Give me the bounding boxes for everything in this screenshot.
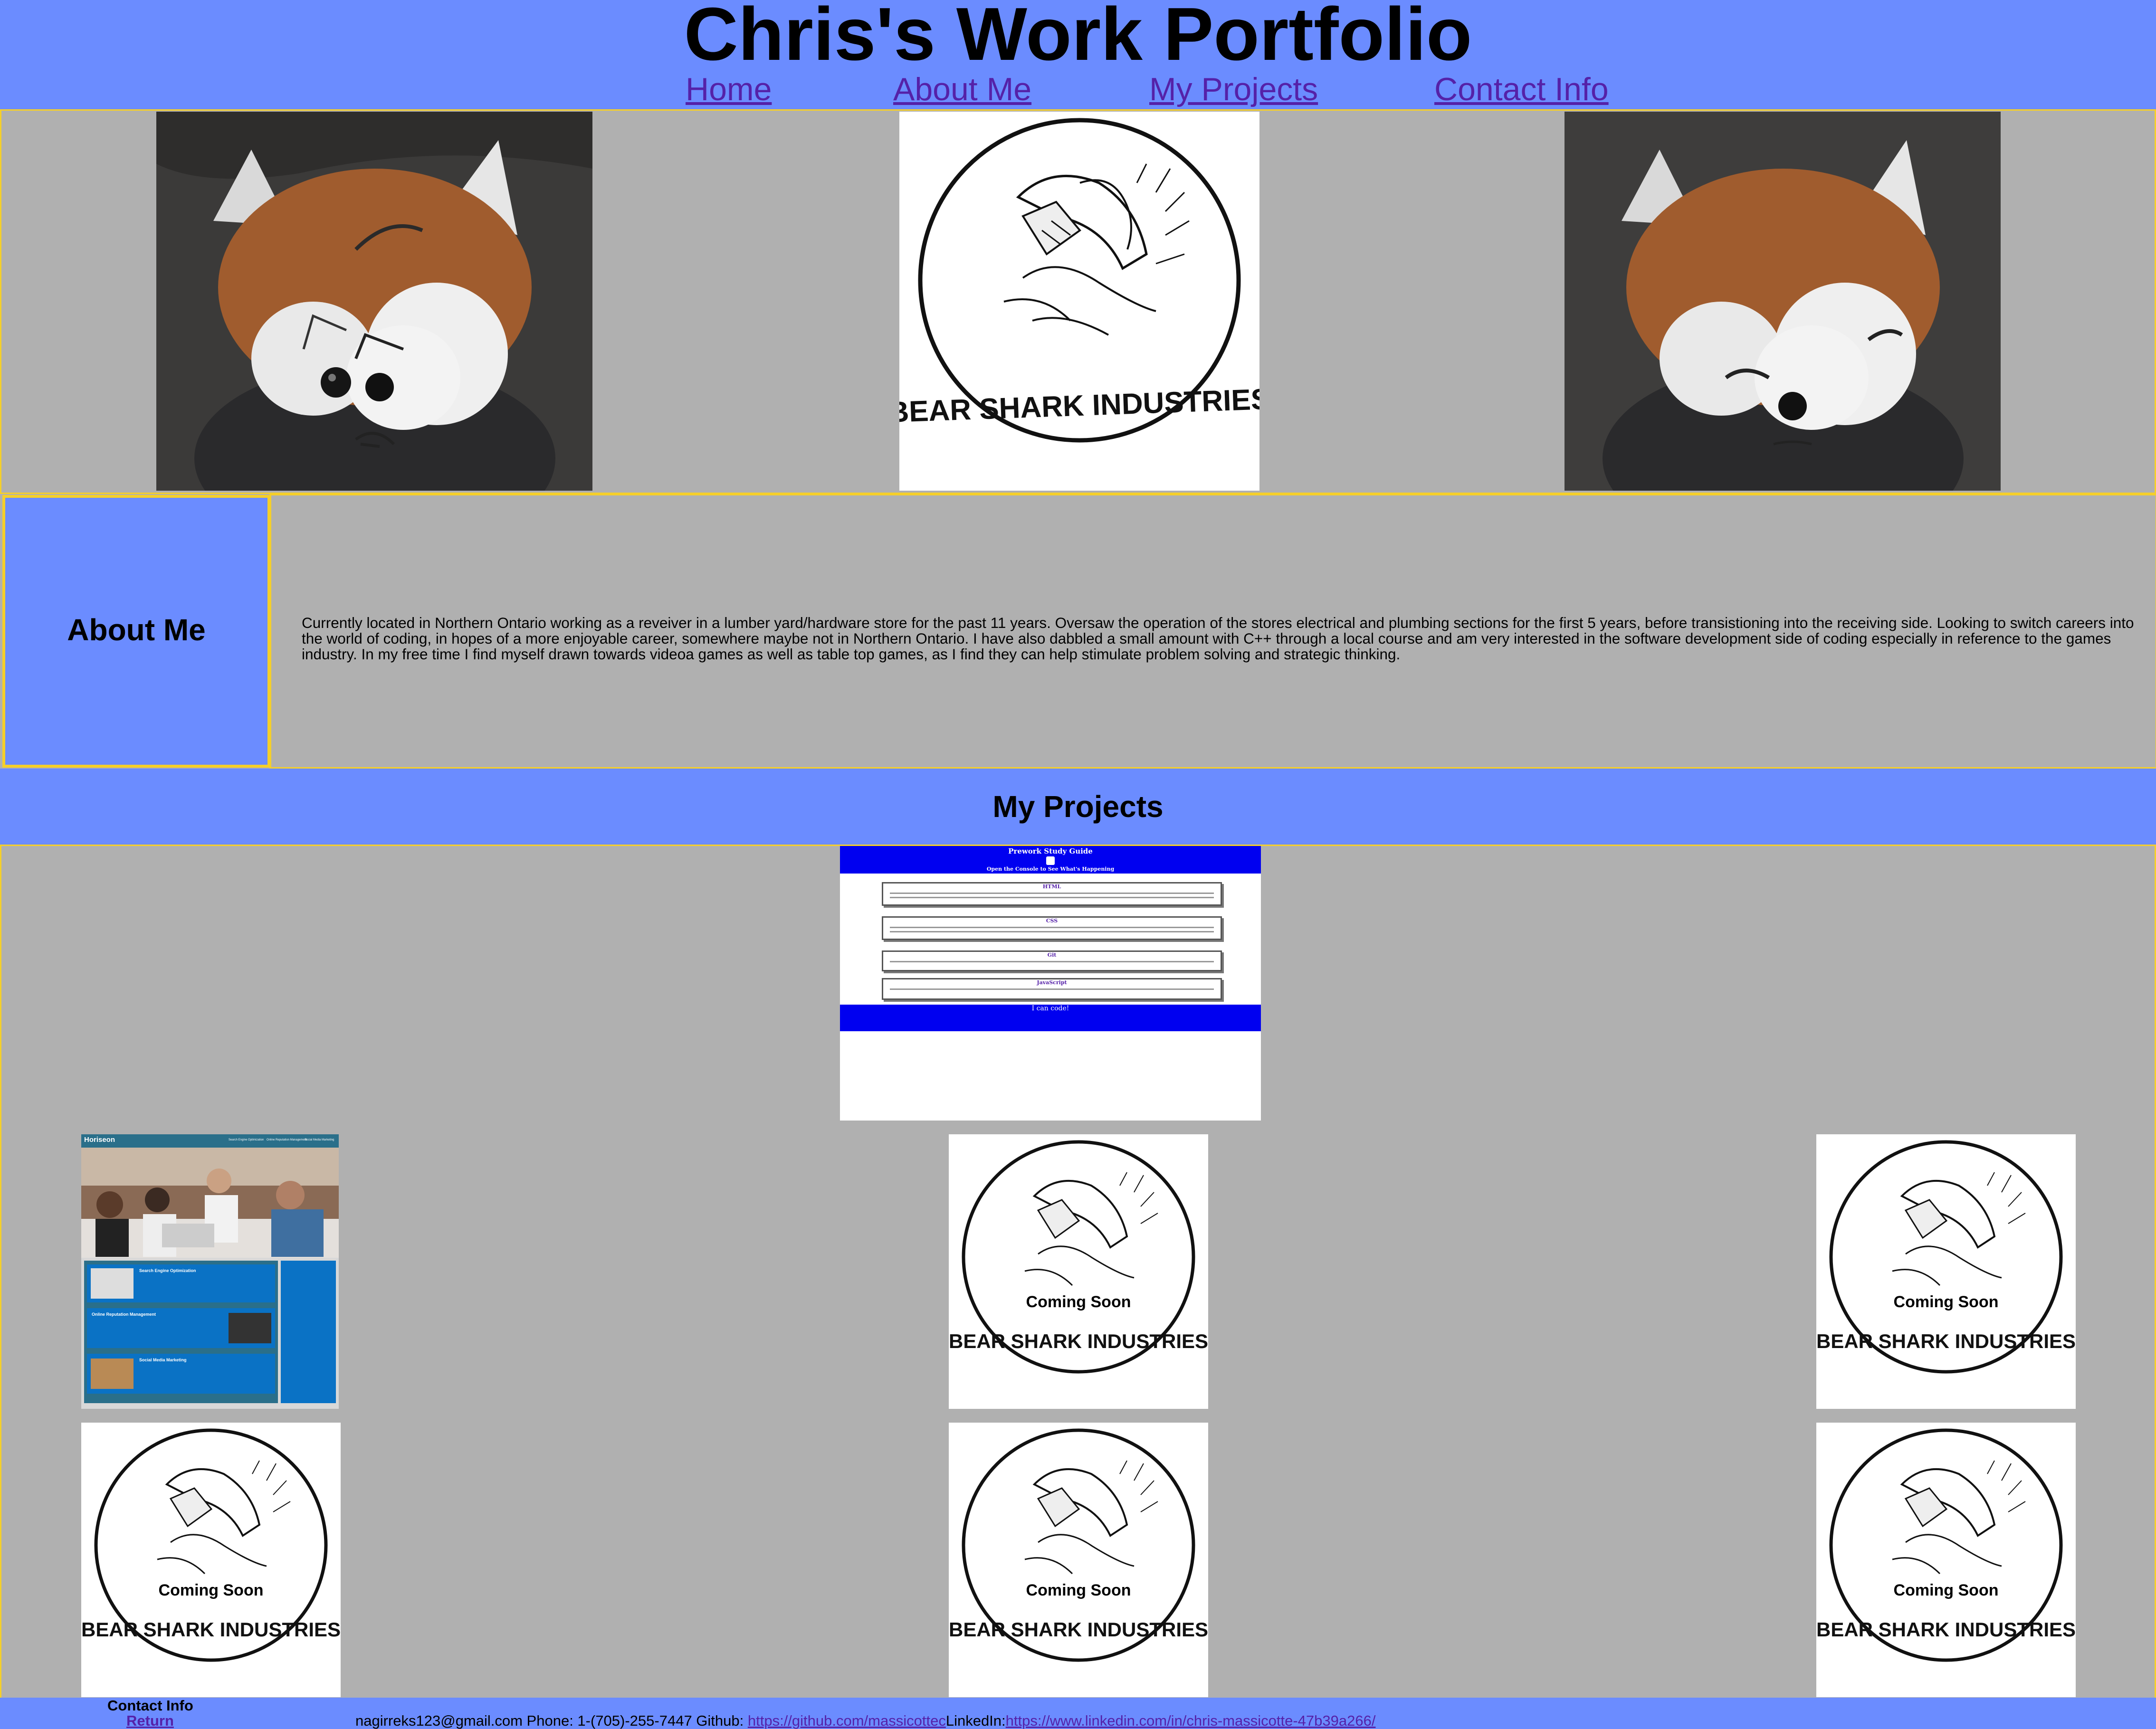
- red-panda-image-right: [1565, 112, 2001, 491]
- about-section: About Me Currently located in Northern O…: [0, 493, 2156, 769]
- horiseon-card-title: Social Media Marketing: [139, 1358, 187, 1362]
- coming-soon-label: Coming Soon: [1026, 1293, 1131, 1311]
- coming-soon-label: Coming Soon: [1026, 1581, 1131, 1599]
- study-guide-card: Git: [882, 950, 1222, 971]
- project-coming-soon[interactable]: BEAR SHARK INDUSTRIES Coming Soon: [949, 1423, 1208, 1697]
- horiseon-content: Search Engine Optimization Online Reputa…: [84, 1261, 278, 1403]
- horiseon-card: Online Reputation Management: [87, 1308, 275, 1348]
- footer-heading: Contact Info: [107, 1697, 193, 1714]
- projects-header: My Projects: [0, 769, 2156, 845]
- study-guide-footer: I can code!: [840, 1005, 1261, 1031]
- study-guide-card-title: HTML: [1042, 884, 1061, 890]
- project-coming-soon[interactable]: BEAR SHARK INDUSTRIES Coming Soon: [81, 1423, 341, 1697]
- study-guide-card: JavaScript: [882, 978, 1222, 1000]
- horiseon-card-title: Search Engine Optimization: [139, 1268, 196, 1273]
- return-link[interactable]: Return: [126, 1713, 174, 1729]
- nav-link-home[interactable]: Home: [686, 70, 772, 108]
- github-link[interactable]: https://github.com/massicottec: [748, 1712, 946, 1729]
- bear-shark-logo-image: BEAR SHARK INDUSTRIES: [1816, 1134, 2076, 1409]
- study-guide-card-title: Git: [1047, 952, 1057, 958]
- project-coming-soon[interactable]: BEAR SHARK INDUSTRIES Coming Soon: [1816, 1134, 2076, 1409]
- contact-line: nagirreks123@gmail.com Phone: 1-(705)-25…: [355, 1713, 1375, 1729]
- horiseon-header: Horiseon Search Engine Optimization Onli…: [81, 1134, 339, 1148]
- projects-heading: My Projects: [992, 789, 1164, 824]
- study-guide-card: CSS: [882, 916, 1222, 940]
- horiseon-card: Search Engine Optimization: [87, 1264, 275, 1302]
- site-footer: Contact Info Return nagirreks123@gmail.c…: [0, 1698, 2156, 1729]
- study-guide-title: Prework Study Guide: [1008, 847, 1093, 855]
- bear-shark-logo-text: BEAR SHARK INDUSTRIES: [81, 1618, 341, 1641]
- bear-shark-logo-image: BEAR SHARK INDUSTRIES: [1816, 1423, 2076, 1697]
- site-header: Chris's Work Portfolio Home About Me My …: [0, 0, 2156, 109]
- bear-shark-logo-text: BEAR SHARK INDUSTRIES: [949, 1330, 1208, 1352]
- about-text: Currently located in Northern Ontario wo…: [302, 614, 2134, 663]
- horiseon-card: Social Media Marketing: [87, 1354, 275, 1394]
- coming-soon-label: Coming Soon: [1893, 1581, 1999, 1599]
- horiseon-brand: Horiseon: [84, 1136, 115, 1144]
- coming-soon-label: Coming Soon: [1893, 1293, 1999, 1311]
- hero-banner: BEAR SHARK INDUSTRIES: [0, 109, 2156, 494]
- email-and-phone: nagirreks123@gmail.com Phone: 1-(705)-25…: [355, 1712, 748, 1729]
- github-icon: [1046, 856, 1055, 865]
- study-guide-subtitle: Open the Console to See What's Happening: [986, 866, 1115, 872]
- bear-shark-logo-text: BEAR SHARK INDUSTRIES: [949, 1618, 1208, 1641]
- nav-link-about-me[interactable]: About Me: [893, 70, 1031, 108]
- about-heading: About Me: [67, 613, 206, 647]
- project-coming-soon[interactable]: BEAR SHARK INDUSTRIES Coming Soon: [949, 1134, 1208, 1409]
- about-label-box: About Me: [2, 495, 270, 768]
- bear-shark-logo-image: BEAR SHARK INDUSTRIES: [81, 1423, 341, 1697]
- bear-shark-logo-image: BEAR SHARK INDUSTRIES: [949, 1423, 1208, 1697]
- horiseon-hero-image: [81, 1148, 339, 1258]
- nav-link-my-projects[interactable]: My Projects: [1149, 70, 1318, 108]
- red-panda-image-left: [156, 112, 592, 491]
- about-text-box: Currently located in Northern Ontario wo…: [269, 494, 2156, 769]
- study-guide-card: HTML: [882, 882, 1222, 906]
- project-prework-study-guide[interactable]: Prework Study Guide Open the Console to …: [840, 846, 1261, 1121]
- main-nav: Home About Me My Projects Contact Info: [0, 70, 2156, 108]
- projects-section: Prework Study Guide Open the Console to …: [0, 845, 2156, 1700]
- coming-soon-label: Coming Soon: [158, 1581, 264, 1599]
- horiseon-nav-item: Social Media Marketing: [305, 1139, 334, 1141]
- bear-shark-logo-image: BEAR SHARK INDUSTRIES: [899, 112, 1259, 491]
- bear-shark-logo-image: BEAR SHARK INDUSTRIES: [949, 1134, 1208, 1409]
- project-horiseon[interactable]: Horiseon Search Engine Optimization Onli…: [81, 1134, 339, 1409]
- nav-link-contact-info[interactable]: Contact Info: [1434, 70, 1609, 108]
- site-title: Chris's Work Portfolio: [684, 0, 1472, 76]
- horiseon-sidebar: [281, 1261, 336, 1403]
- bear-shark-logo-text: BEAR SHARK INDUSTRIES: [1816, 1330, 2076, 1352]
- study-guide-header: Prework Study Guide Open the Console to …: [840, 846, 1261, 874]
- horiseon-nav-item: Online Reputation Management: [267, 1139, 307, 1141]
- project-coming-soon[interactable]: BEAR SHARK INDUSTRIES Coming Soon: [1816, 1423, 2076, 1697]
- horiseon-card-title: Online Reputation Management: [92, 1312, 156, 1317]
- linkedin-link[interactable]: https://www.linkedin.com/in/chris-massic…: [1006, 1712, 1376, 1729]
- study-guide-card-title: CSS: [1046, 918, 1058, 924]
- horiseon-nav-item: Search Engine Optimization: [229, 1139, 264, 1141]
- bear-shark-logo-text: BEAR SHARK INDUSTRIES: [1816, 1618, 2076, 1641]
- linkedin-label: LinkedIn:: [945, 1712, 1006, 1729]
- study-guide-card-title: JavaScript: [1037, 979, 1067, 986]
